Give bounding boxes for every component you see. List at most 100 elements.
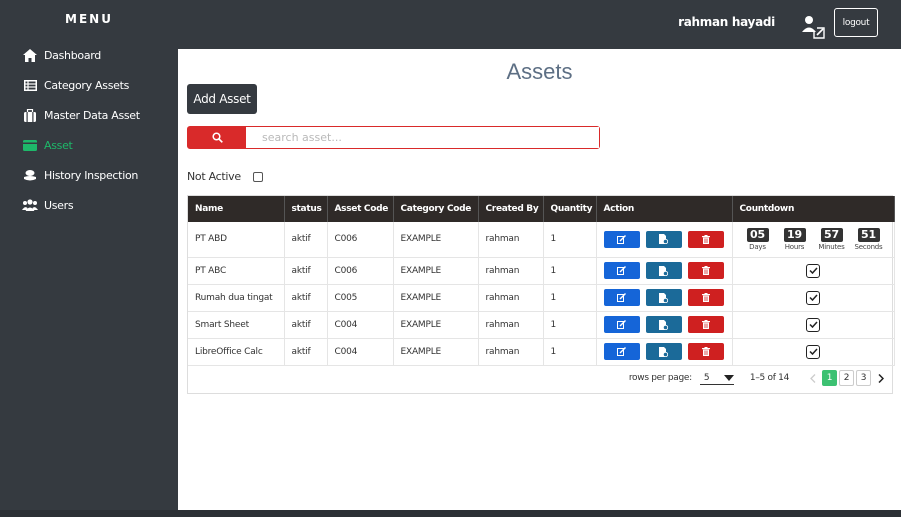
page-button-1[interactable]: 1	[822, 370, 837, 386]
cell-quantity: 1	[543, 311, 597, 339]
search-button[interactable]	[188, 127, 246, 148]
prev-page-button[interactable]	[805, 370, 820, 386]
column-header: Action	[596, 196, 733, 222]
column-header: Countdown	[732, 196, 895, 222]
edit-button[interactable]	[603, 316, 640, 333]
detail-button[interactable]	[645, 316, 682, 333]
card-icon	[22, 137, 38, 153]
countdown-value: 57	[820, 227, 843, 242]
cell-status: aktif	[284, 257, 328, 285]
cell-created-by: rahman	[478, 257, 544, 285]
detail-button[interactable]	[645, 289, 682, 306]
trash-icon	[701, 234, 710, 244]
edit-button[interactable]	[603, 343, 640, 360]
add-asset-button[interactable]: Add Asset	[187, 84, 257, 114]
sidebar-item-category-assets[interactable]: Category Assets	[0, 70, 178, 100]
sidebar-item-master-data-asset[interactable]: Master Data Asset	[0, 100, 178, 130]
countdown-timer: 05 Days 19 Hours 57 Minutes 51 Seconds	[733, 227, 894, 251]
countdown-value: 19	[783, 227, 806, 242]
countdown-hours: 19 Hours	[778, 227, 811, 251]
cell-category-code: EXAMPLE	[393, 311, 479, 339]
edit-icon	[617, 234, 626, 244]
cell-category-code: EXAMPLE	[393, 222, 479, 258]
cell-countdown	[732, 284, 895, 312]
table-row: LibreOffice Calc aktif C004 EXAMPLE rahm…	[188, 338, 895, 366]
caret-down-icon	[723, 374, 734, 381]
trash-icon	[701, 293, 710, 302]
cell-countdown	[732, 338, 895, 366]
cell-created-by: rahman	[478, 222, 544, 258]
check-icon	[806, 317, 820, 332]
countdown-label: Seconds	[854, 242, 883, 251]
trash-icon	[701, 320, 710, 329]
countdown-label: Hours	[784, 242, 805, 251]
detail-button[interactable]	[645, 262, 682, 279]
countdown-days: 05 Days	[741, 227, 774, 251]
file-icon	[659, 234, 668, 245]
cell-asset-code: C006	[327, 222, 394, 258]
edit-button[interactable]	[603, 262, 640, 279]
pagination: rows per page: 5 1–5 of 14 1 2 3	[629, 363, 892, 393]
countdown-value: 51	[857, 227, 880, 242]
list-icon	[22, 77, 38, 93]
not-active-checkbox[interactable]	[252, 171, 263, 182]
search-bar	[187, 126, 600, 149]
delete-button[interactable]	[687, 230, 724, 248]
cell-name: Rumah dua tingat	[188, 284, 285, 312]
delete-button[interactable]	[687, 316, 724, 333]
cell-category-code: EXAMPLE	[393, 284, 479, 312]
column-header: status	[284, 196, 328, 222]
cell-name: LibreOffice Calc	[188, 338, 285, 366]
detail-button[interactable]	[645, 230, 682, 248]
cell-status: aktif	[284, 284, 328, 312]
history-icon	[22, 167, 38, 183]
sidebar-item-asset[interactable]: Asset	[0, 130, 178, 160]
page-button-3[interactable]: 3	[856, 370, 871, 386]
sidebar-item-history-inspection[interactable]: History Inspection	[0, 160, 178, 190]
assets-table: Name status Asset Code Category Code Cre…	[187, 195, 895, 394]
countdown-value: 05	[746, 227, 769, 242]
cell-countdown	[732, 257, 895, 285]
cell-status: aktif	[284, 338, 328, 366]
home-icon	[22, 47, 38, 63]
page-button-2[interactable]: 2	[839, 370, 854, 386]
cell-quantity: 1	[543, 222, 597, 258]
countdown-label: Days	[749, 242, 766, 251]
menu-title: MENU	[65, 12, 113, 26]
chevron-right-icon	[877, 373, 884, 383]
trash-icon	[701, 266, 710, 275]
delete-button[interactable]	[687, 343, 724, 360]
sidebar-item-label: Asset	[44, 138, 73, 152]
cell-asset-code: C006	[327, 257, 394, 285]
search-input[interactable]	[246, 127, 599, 148]
edit-button[interactable]	[603, 289, 640, 306]
sidebar: MENU Dashboard Category Assets Master Da…	[0, 0, 178, 510]
table-row: PT ABD aktif C006 EXAMPLE rahman 1 05 Da…	[188, 222, 895, 258]
next-page-button[interactable]	[873, 370, 888, 386]
delete-button[interactable]	[687, 289, 724, 306]
countdown-minutes: 57 Minutes	[815, 227, 848, 251]
trash-icon	[701, 347, 710, 356]
countdown-label: Minutes	[818, 242, 845, 251]
delete-button[interactable]	[687, 262, 724, 279]
sidebar-item-dashboard[interactable]: Dashboard	[0, 40, 178, 70]
column-header: Created By	[478, 196, 544, 222]
bottom-strip	[0, 510, 901, 517]
file-icon	[659, 292, 668, 303]
cell-actions	[596, 338, 733, 366]
cell-countdown	[732, 311, 895, 339]
edit-icon	[617, 320, 626, 329]
edit-icon	[617, 266, 626, 275]
logout-button[interactable]: logout	[834, 8, 878, 37]
table-row: PT ABC aktif C006 EXAMPLE rahman 1	[188, 257, 895, 285]
rows-per-page-select[interactable]: 5	[699, 372, 734, 385]
detail-button[interactable]	[645, 343, 682, 360]
sidebar-item-label: Users	[44, 198, 74, 212]
edit-button[interactable]	[603, 230, 640, 248]
cell-created-by: rahman	[478, 311, 544, 339]
not-active-filter: Not Active	[187, 170, 263, 183]
sidebar-item-users[interactable]: Users	[0, 190, 178, 220]
briefcase-icon	[22, 107, 38, 123]
cell-asset-code: C004	[327, 338, 394, 366]
user-edit-icon[interactable]	[799, 12, 827, 40]
